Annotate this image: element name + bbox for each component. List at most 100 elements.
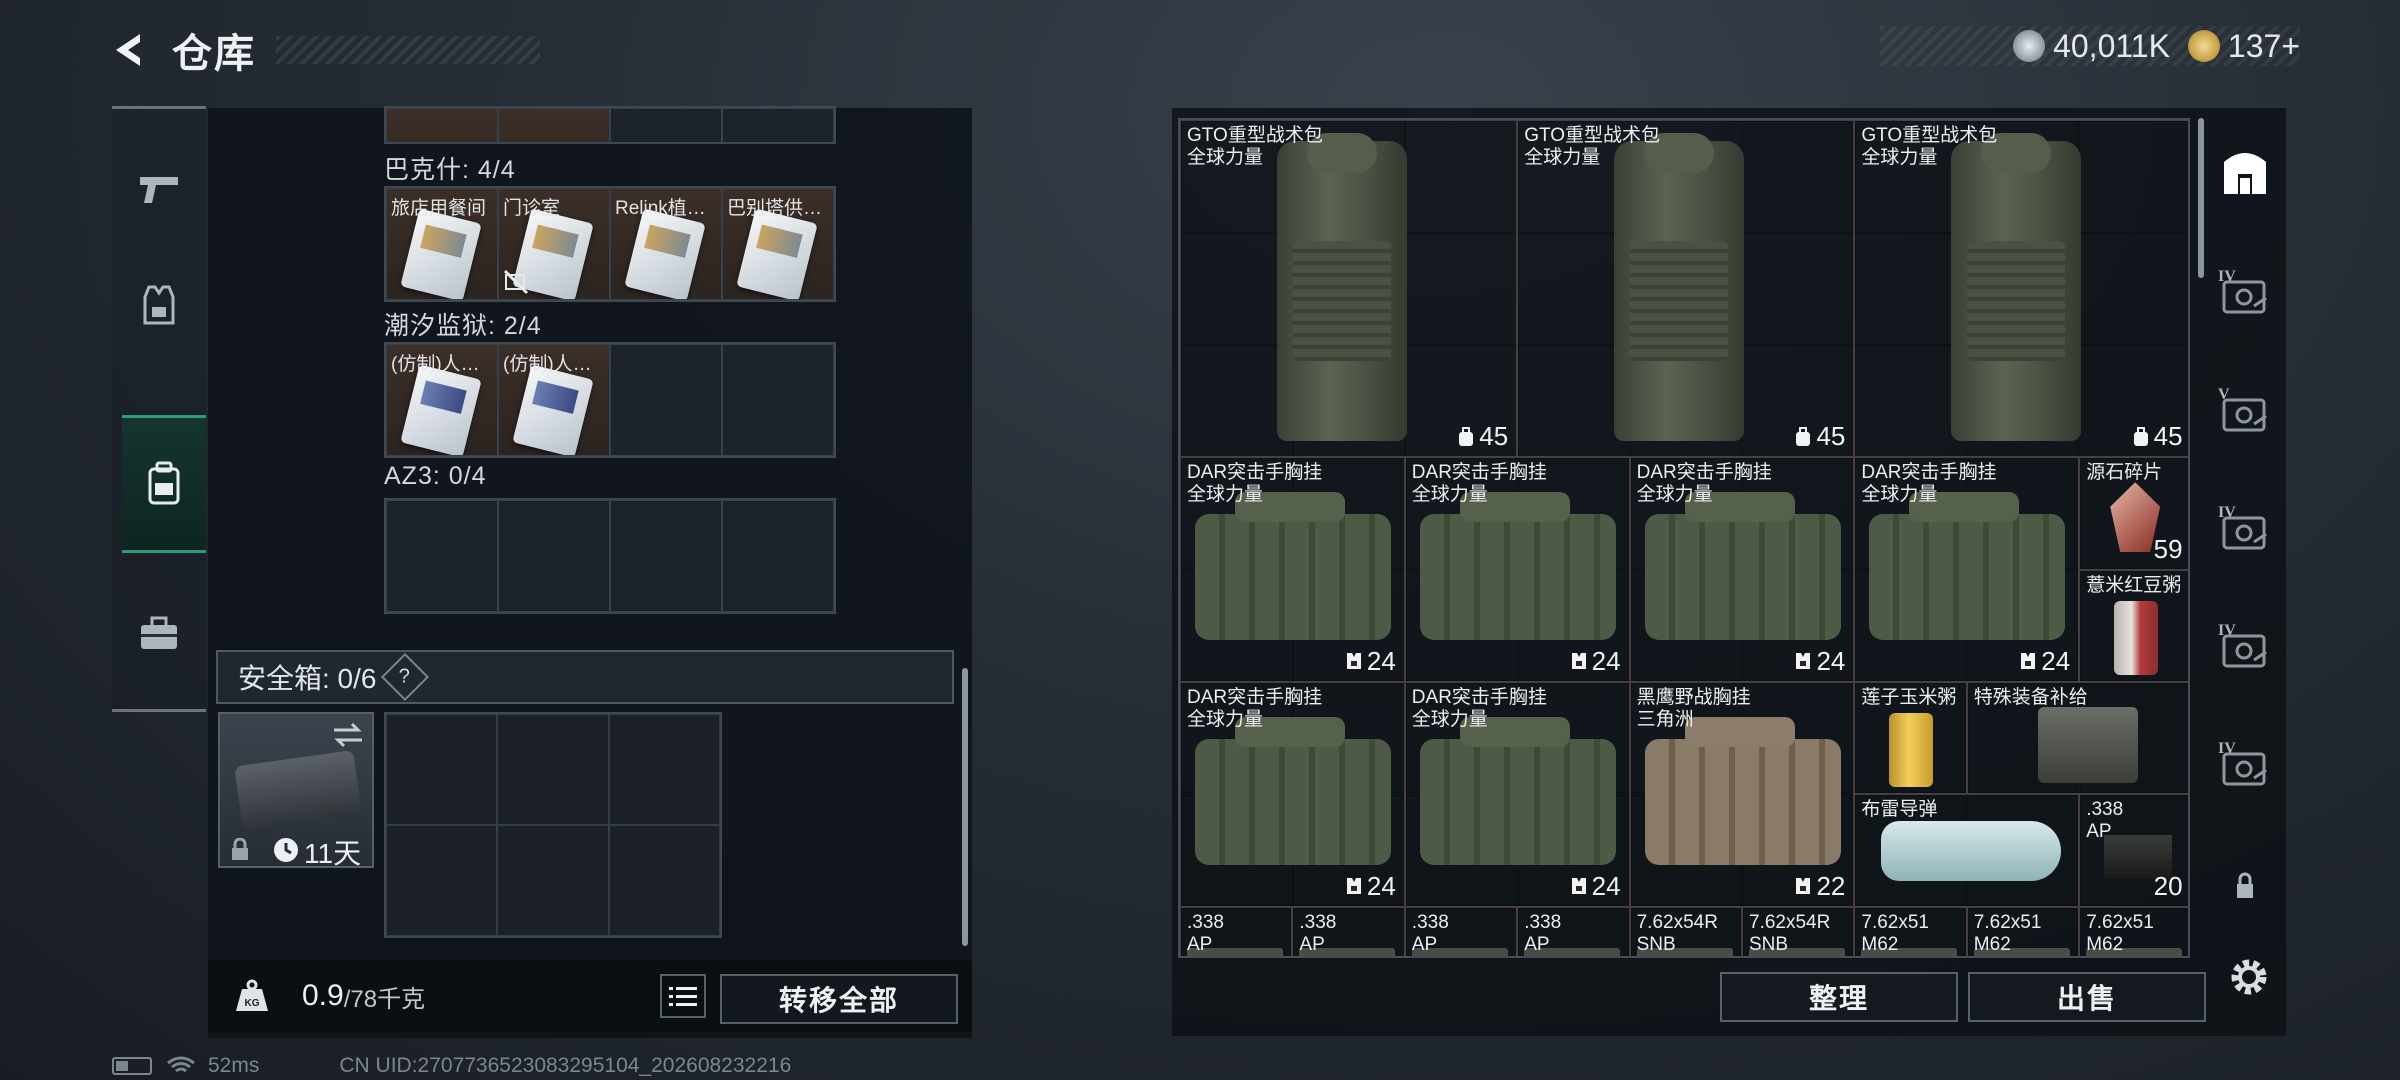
- safebox-grid: [384, 712, 722, 938]
- safebox-slot[interactable]: [608, 825, 720, 936]
- stash-item[interactable]: 薏米红豆粥: [2079, 569, 2188, 682]
- item-title: 黑鹰野战胸挂: [1636, 687, 1751, 708]
- item-capacity: 59: [2154, 534, 2183, 565]
- item-subtitle: SNB: [1636, 933, 1676, 955]
- keycard-slot[interactable]: Relink植…: [610, 188, 722, 300]
- stash-item[interactable]: .338 AP: [1180, 906, 1293, 956]
- transfer-all-button[interactable]: 转移全部: [720, 974, 958, 1024]
- keycard-slot[interactable]: [610, 500, 722, 612]
- sort-button[interactable]: 整理: [1720, 972, 1958, 1022]
- keycard-slot[interactable]: 门诊室: [498, 188, 610, 300]
- help-icon[interactable]: ?: [381, 652, 430, 702]
- nav-backpack[interactable]: [122, 415, 206, 553]
- keycard-slot[interactable]: 旅店用餐间: [386, 188, 498, 300]
- armor-vest-icon: [143, 285, 175, 325]
- page-title: 仓库: [172, 32, 256, 76]
- stash-item[interactable]: DAR突击手胸挂 全球力量 24: [1404, 682, 1630, 907]
- stash-item[interactable]: .338 AP: [1404, 906, 1518, 956]
- stash-item[interactable]: 黑鹰野战胸挂 三角洲 22: [1629, 682, 1855, 907]
- safebox-slot[interactable]: [386, 825, 498, 936]
- safebox-slot[interactable]: [497, 825, 609, 936]
- back-arrow-icon[interactable]: [110, 30, 150, 70]
- item-title: 源石碎片: [2086, 462, 2163, 484]
- stash-page-4[interactable]: IV: [2218, 504, 2272, 558]
- keycard-slot[interactable]: [386, 500, 498, 612]
- case-image: [2037, 707, 2138, 783]
- stash-item[interactable]: .338 AP: [1517, 906, 1630, 956]
- keycard-slot[interactable]: [386, 108, 498, 142]
- stash-item[interactable]: DAR突击手胸挂 全球力量 24: [1629, 457, 1855, 682]
- keycard-slot[interactable]: [722, 344, 834, 456]
- safebox-case-slot[interactable]: 11天: [218, 712, 374, 869]
- stash-item[interactable]: GTO重型战术包 全球力量 45: [1517, 120, 1855, 458]
- item-title: GTO重型战术包: [1187, 125, 1323, 146]
- lock-icon: [2237, 872, 2253, 898]
- stash-item[interactable]: 7.62x51 M62: [1854, 906, 1967, 956]
- svg-text:KG: KG: [245, 998, 260, 1009]
- weight-bar: KG 0.9 /78千克 转移全部: [208, 960, 972, 1032]
- nav-toolbox[interactable]: [112, 583, 206, 683]
- stash-item[interactable]: 源石碎片 59: [2079, 457, 2188, 570]
- list-view-button[interactable]: [660, 974, 706, 1018]
- keycard-slot[interactable]: [610, 108, 722, 142]
- gold-coin-icon[interactable]: [2187, 30, 2220, 62]
- stash-item[interactable]: 7.62x51 M62: [2079, 906, 2188, 956]
- stash-page-5[interactable]: IV: [2218, 622, 2272, 676]
- stash-page-3[interactable]: V: [2218, 386, 2272, 440]
- chest-rig-image: [1644, 492, 1841, 641]
- safebox-slot[interactable]: [386, 714, 498, 825]
- safebox-slot[interactable]: [608, 714, 720, 825]
- stash-item[interactable]: DAR突击手胸挂 全球力量 24: [1404, 457, 1630, 682]
- stash-item[interactable]: DAR突击手胸挂 全球力量 24: [1180, 682, 1405, 907]
- item-name: DAR突击手胸挂 全球力量: [1187, 462, 1322, 506]
- chest-rig-image: [1419, 492, 1616, 641]
- stash-item[interactable]: GTO重型战术包 全球力量 45: [1180, 120, 1518, 458]
- stash-item[interactable]: 7.62x54R SNB: [1742, 906, 1855, 956]
- stash-item[interactable]: DAR突击手胸挂 全球力量 24: [1180, 457, 1405, 682]
- swap-icon[interactable]: [332, 722, 364, 748]
- keycard-slot[interactable]: [722, 500, 834, 612]
- stash-page-1[interactable]: [2218, 146, 2272, 200]
- keycard-slot[interactable]: [610, 344, 722, 456]
- stash-item[interactable]: DAR突击手胸挂 全球力量 24: [1854, 457, 2080, 682]
- keycard-slot[interactable]: [498, 108, 610, 142]
- keycard-slot[interactable]: (仿制)人…: [386, 344, 498, 456]
- item-name: 7.62x54R SNB: [1749, 912, 1830, 956]
- stash-page-2[interactable]: IV: [2218, 268, 2272, 322]
- item-quantity: 20: [2153, 870, 2183, 901]
- keycard-slot[interactable]: 巴别塔供…: [722, 188, 834, 300]
- keycard-name: 旅店用餐间: [391, 198, 487, 219]
- item-subtitle: AP: [1411, 933, 1438, 955]
- nav-armor[interactable]: [112, 255, 206, 355]
- nav-weapons[interactable]: [112, 139, 206, 239]
- stash-page-7[interactable]: [2218, 858, 2272, 912]
- stash-item[interactable]: .338 AP: [1292, 906, 1405, 956]
- item-title: DAR突击手胸挂: [1411, 687, 1547, 708]
- no-trade-icon: [503, 269, 529, 295]
- stash-page-6[interactable]: IV: [2218, 740, 2272, 794]
- keycard-grid-bakesh: 旅店用餐间 门诊室 Relink植… 巴别塔供…: [384, 186, 836, 302]
- stash-item[interactable]: 莲子玉米粥: [1854, 682, 1967, 795]
- item-name: 7.62x51 M62: [1974, 912, 2042, 956]
- stash-scrollbar[interactable]: [2198, 118, 2204, 278]
- stash-item[interactable]: 7.62x54R SNB: [1629, 906, 1742, 956]
- item-subtitle: 全球力量: [1636, 484, 1713, 506]
- keycard-name: 巴别塔供…: [727, 198, 823, 219]
- stash-item[interactable]: 7.62x51 M62: [1966, 906, 2080, 956]
- keycard-slot[interactable]: [722, 108, 834, 142]
- settings-gear-icon[interactable]: [2226, 954, 2272, 1000]
- stash-item[interactable]: .338 AP 20: [2079, 794, 2188, 907]
- stash-item[interactable]: GTO重型战术包 全球力量 45: [1854, 120, 2188, 458]
- sell-button[interactable]: 出售: [1968, 972, 2206, 1022]
- keycard-slot[interactable]: [498, 500, 610, 612]
- keycard-slot[interactable]: (仿制)人…: [498, 344, 610, 456]
- gold-coin-value[interactable]: 137+: [2228, 28, 2300, 65]
- stash-item[interactable]: 特殊装备补给: [1966, 682, 2188, 795]
- item-title: 7.62x54R: [1636, 911, 1718, 933]
- item-title: 7.62x51: [1861, 911, 1930, 933]
- item-name: 7.62x51 M62: [1861, 912, 1929, 956]
- keycard-image: [400, 208, 482, 299]
- safebox-slot[interactable]: [497, 714, 609, 825]
- stash-item[interactable]: 布雷导弹: [1854, 794, 2080, 907]
- left-scrollbar[interactable]: [962, 668, 968, 946]
